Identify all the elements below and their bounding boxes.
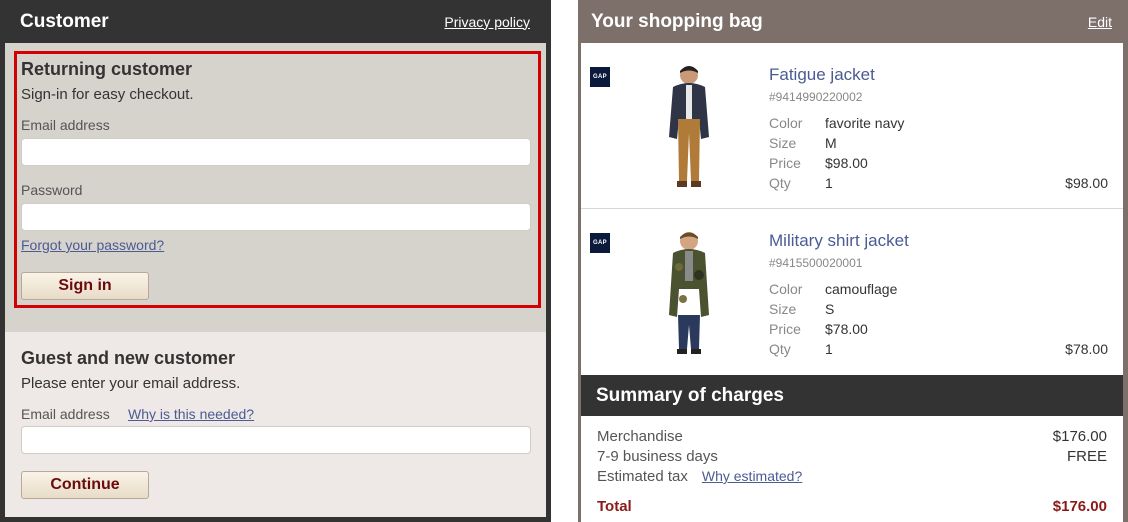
guest-customer-section: Guest and new customer Please enter your… <box>5 332 546 517</box>
product-sku: #9415500020001 <box>769 256 863 270</box>
privacy-policy-link[interactable]: Privacy policy <box>444 14 530 30</box>
total-label: Total <box>597 498 632 515</box>
line-total: $98.00 <box>1065 175 1108 191</box>
tax-row: Estimated tax Why estimated? <box>597 468 1107 485</box>
color-label: Color <box>769 115 803 131</box>
shipping-row: 7-9 business days FREE <box>597 448 1107 465</box>
tax-label: Estimated tax <box>597 468 688 485</box>
qty-value: 1 <box>825 341 833 357</box>
price-label: Price <box>769 155 801 171</box>
bag-items: GAP Fatigue jacket #9414990220002 Color … <box>581 43 1123 375</box>
customer-header: Customer Privacy policy <box>0 0 551 43</box>
product-image[interactable] <box>663 229 715 357</box>
merchandise-row: Merchandise $176.00 <box>597 428 1107 445</box>
gap-logo-icon: GAP <box>590 67 610 87</box>
color-value: camouflage <box>825 281 898 297</box>
why-estimated-link[interactable]: Why estimated? <box>702 468 802 485</box>
why-needed-link[interactable]: Why is this needed? <box>128 406 254 422</box>
qty-value: 1 <box>825 175 833 191</box>
total-value: $176.00 <box>1052 498 1107 515</box>
password-field[interactable] <box>21 203 531 231</box>
qty-label: Qty <box>769 175 791 191</box>
shipping-label: 7-9 business days <box>597 448 718 465</box>
customer-title: Customer <box>20 10 109 32</box>
sign-in-button[interactable]: Sign in <box>21 272 149 300</box>
guest-customer-title: Guest and new customer <box>21 348 236 368</box>
guest-customer-subtitle: Please enter your email address. <box>21 375 241 392</box>
price-label: Price <box>769 321 801 337</box>
shopping-bag-panel: Your shopping bag Edit GAP Fatigue jacke… <box>578 0 1128 522</box>
bag-item: GAP Military shirt jacket #9415500020001… <box>581 209 1123 375</box>
color-value: favorite navy <box>825 115 905 131</box>
returning-customer-subtitle: Sign-in for easy checkout. <box>21 86 194 103</box>
summary-of-charges: Summary of charges Merchandise $176.00 7… <box>581 375 1123 522</box>
returning-customer-title: Returning customer <box>21 59 193 79</box>
size-label: Size <box>769 301 797 317</box>
price-value: $78.00 <box>825 321 868 337</box>
qty-label: Qty <box>769 341 791 357</box>
merchandise-value: $176.00 <box>1052 428 1107 445</box>
shipping-value: FREE <box>1066 448 1107 465</box>
product-name-link[interactable]: Fatigue jacket <box>769 65 875 85</box>
color-label: Color <box>769 281 803 297</box>
summary-body: Merchandise $176.00 7-9 business days FR… <box>581 416 1123 522</box>
product-image[interactable] <box>663 63 715 191</box>
shopping-bag-header: Your shopping bag Edit <box>578 0 1128 43</box>
product-name-link[interactable]: Military shirt jacket <box>769 231 909 251</box>
size-label: Size <box>769 135 797 151</box>
returning-customer-section: Returning customer Sign-in for easy chec… <box>5 43 546 332</box>
email-label: Email address <box>21 117 110 133</box>
forgot-password-link[interactable]: Forgot your password? <box>21 237 164 253</box>
gap-logo-icon: GAP <box>590 233 610 253</box>
summary-title: Summary of charges <box>596 384 784 406</box>
shopping-bag-title: Your shopping bag <box>591 10 763 32</box>
size-value: M <box>825 135 837 151</box>
customer-panel: Customer Privacy policy Returning custom… <box>0 0 551 522</box>
merchandise-label: Merchandise <box>597 428 683 445</box>
pants-shape <box>678 315 700 349</box>
total-row: Total $176.00 <box>597 498 1107 515</box>
line-total: $78.00 <box>1065 341 1108 357</box>
guest-email-field[interactable] <box>21 426 531 454</box>
guest-email-label: Email address <box>21 406 110 422</box>
bag-item: GAP Fatigue jacket #9414990220002 Color … <box>581 43 1123 209</box>
size-value: S <box>825 301 835 317</box>
edit-bag-link[interactable]: Edit <box>1088 14 1112 30</box>
price-value: $98.00 <box>825 155 868 171</box>
email-field[interactable] <box>21 138 531 166</box>
product-sku: #9414990220002 <box>769 90 863 104</box>
password-label: Password <box>21 182 83 198</box>
pants-shape <box>678 119 700 181</box>
continue-button[interactable]: Continue <box>21 471 149 499</box>
